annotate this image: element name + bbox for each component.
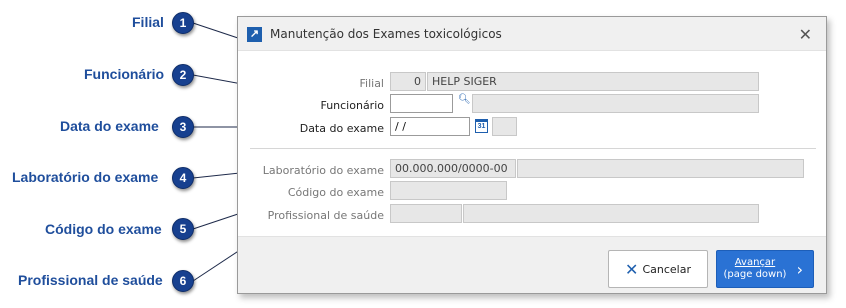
data-exame-label: Data do exame: [299, 122, 384, 135]
callout-badge-6: 6: [172, 270, 194, 292]
section-divider: [250, 148, 816, 149]
search-icon[interactable]: 🔍︎: [458, 94, 471, 105]
profissional-code-field[interactable]: [390, 204, 462, 223]
callout-badge-1: 1: [172, 12, 194, 34]
close-x-icon: ✕: [625, 259, 639, 279]
data-exame-extra-field[interactable]: [492, 117, 517, 136]
callout-label-data-exame: Data do exame: [60, 118, 159, 134]
laboratorio-name-field[interactable]: [517, 159, 804, 178]
callout-label-filial: Filial: [132, 14, 164, 30]
callout-badge-3: 3: [172, 116, 194, 138]
chevron-right-icon: ›: [796, 260, 803, 279]
callout-label-funcionario: Funcionário: [84, 66, 165, 82]
funcionario-code-field[interactable]: [390, 94, 453, 113]
codigo-label: Código do exame: [287, 186, 384, 199]
callout-label-codigo: Código do exame: [45, 221, 162, 237]
profissional-label: Profissional de saúde: [267, 209, 384, 222]
next-button-line2: (page down): [723, 269, 787, 280]
codigo-field[interactable]: [390, 181, 507, 200]
exam-dialog: ↗ Manutenção dos Exames toxicológicos ✕ …: [237, 16, 827, 294]
dialog-titlebar: ↗ Manutenção dos Exames toxicológicos ✕: [238, 17, 826, 51]
funcionario-name-field[interactable]: [472, 94, 759, 113]
cancel-button[interactable]: ✕ Cancelar: [608, 250, 708, 288]
next-button-line1: Avançar: [734, 257, 776, 268]
close-icon[interactable]: ✕: [799, 25, 812, 45]
calendar-icon[interactable]: 31: [475, 119, 488, 133]
filial-label: Filial: [359, 77, 385, 90]
cancel-button-label: Cancelar: [642, 262, 691, 276]
app-arrow-icon: ↗: [247, 27, 262, 42]
laboratorio-label: Laboratório do exame: [262, 164, 384, 177]
callout-badge-2: 2: [172, 64, 194, 86]
data-exame-field[interactable]: / /: [390, 117, 470, 136]
filial-name-field[interactable]: HELP SIGER: [427, 72, 759, 91]
next-button[interactable]: Avançar (page down) ›: [716, 250, 814, 288]
dialog-title: Manutenção dos Exames toxicológicos: [270, 27, 502, 41]
profissional-name-field[interactable]: [463, 204, 759, 223]
next-button-label: Avançar (page down): [723, 257, 787, 281]
filial-code-field[interactable]: 0: [390, 72, 426, 91]
funcionario-label: Funcionário: [320, 99, 384, 112]
callout-label-laboratorio: Laboratório do exame: [12, 169, 159, 185]
callout-badge-4: 4: [172, 167, 194, 189]
callout-badge-5: 5: [172, 218, 194, 240]
laboratorio-cnpj-field[interactable]: 00.000.000/0000-00: [390, 159, 516, 178]
dialog-footer: ✕ Cancelar Avançar (page down) ›: [238, 236, 826, 293]
callout-label-profissional: Profissional de saúde: [18, 272, 163, 288]
